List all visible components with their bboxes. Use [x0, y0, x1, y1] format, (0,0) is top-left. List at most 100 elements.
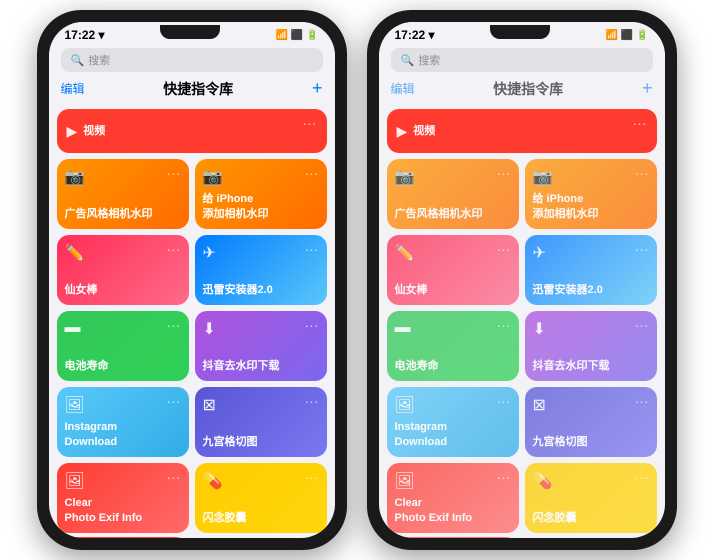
card-more-grid-cut[interactable]: ···	[635, 393, 649, 409]
shortcut-card-video[interactable]: ▶ 视频 ···	[57, 109, 327, 153]
card-icon-watermark-iphone: 📷	[203, 167, 223, 187]
shortcut-card-capsule[interactable]: 💊 ··· 闪念胶囊	[525, 463, 657, 533]
card-more-battery[interactable]: ···	[497, 317, 511, 333]
shortcut-card-thunder[interactable]: ✈ ··· 迅雷安装器2.0	[525, 235, 657, 305]
shortcut-card-watermark-iphone[interactable]: 📷 ··· 给 iPhone添加相机水印	[195, 159, 327, 229]
card-more-thunder[interactable]: ···	[305, 241, 319, 257]
card-more-capsule[interactable]: ···	[305, 469, 319, 485]
card-more-instagram[interactable]: ···	[497, 393, 511, 409]
card-more-grid-cut[interactable]: ···	[305, 393, 319, 409]
search-bar: 🔍搜索	[379, 44, 665, 76]
shortcut-card-grid-cut[interactable]: ⊠ ··· 九宫格切图	[525, 387, 657, 457]
shortcut-card-watermark-ad[interactable]: 📷 ··· 广告风格相机水印	[57, 159, 189, 229]
card-more-fairy-stick[interactable]: ···	[497, 241, 511, 257]
search-input[interactable]: 🔍搜索	[391, 48, 653, 72]
nav-title: 快捷指令库	[493, 79, 563, 99]
shortcut-card-clear-photo[interactable]: 🖼 ··· ClearPhoto Exif Info	[57, 463, 189, 533]
status-bar: 17:22 ▾ 📶 ⬛ 🔋	[379, 22, 665, 44]
card-icon-watermark-iphone: 📷	[533, 167, 553, 187]
shortcut-card-watermark-iphone[interactable]: 📷 ··· 给 iPhone添加相机水印	[525, 159, 657, 229]
card-icon-watermark-ad: 📷	[65, 167, 85, 187]
card-label-fairy-stick: 仙女棒	[65, 283, 181, 297]
card-label-tiktok: 抖音去水印下载	[203, 359, 319, 373]
card-icon-tiktok: ⬇	[203, 319, 216, 339]
shortcut-card-instagram[interactable]: 🖼 ··· InstagramDownload	[57, 387, 189, 457]
card-label-video: 视频	[83, 124, 105, 138]
phone-right: 17:22 ▾ 📶 ⬛ 🔋 🔍搜索 编辑 快捷指令库 + ▶ 视频 ··· 📷 …	[367, 10, 677, 550]
card-more-battery[interactable]: ···	[167, 317, 181, 333]
card-icon-fairy-stick: ✏️	[65, 243, 85, 263]
notch-area	[160, 25, 220, 39]
shortcut-card-grid-cut[interactable]: ⊠ ··· 九宫格切图	[195, 387, 327, 457]
scene: 17:22 ▾ 📶 ⬛ 🔋 🔍搜索 编辑 快捷指令库 + ▶ 视频 ··· 📷 …	[27, 0, 687, 560]
card-more-instagram[interactable]: ···	[167, 393, 181, 409]
card-icon-fairy-stick: ✏️	[395, 243, 415, 263]
nav-title: 快捷指令库	[163, 79, 233, 99]
card-icon-instagram: 🖼	[65, 395, 85, 415]
shortcut-card-instagram[interactable]: 🖼 ··· InstagramDownload	[387, 387, 519, 457]
nav-add-button[interactable]: +	[312, 78, 323, 99]
card-icon-grid-cut: ⊠	[533, 395, 546, 415]
shortcut-card-fairy-stick[interactable]: ✏️ ··· 仙女棒	[387, 235, 519, 305]
search-icon: 🔍	[71, 54, 85, 67]
card-more-thunder[interactable]: ···	[635, 241, 649, 257]
card-label-capsule: 闪念胶囊	[203, 511, 319, 525]
card-label-grid-cut: 九宫格切图	[533, 435, 649, 449]
nav-edit-button[interactable]: 编辑	[391, 80, 415, 97]
status-icons: 📶 ⬛ 🔋	[276, 30, 319, 41]
card-more-clear-photo[interactable]: ···	[497, 469, 511, 485]
card-label-fairy-stick: 仙女棒	[395, 283, 511, 297]
search-icon: 🔍	[401, 54, 415, 67]
card-label-clear-photo: ClearPhoto Exif Info	[65, 496, 181, 525]
card-label-grid-cut: 九宫格切图	[203, 435, 319, 449]
card-more-clear-photo[interactable]: ···	[167, 469, 181, 485]
card-icon-capsule: 💊	[533, 471, 553, 491]
search-placeholder: 搜索	[88, 52, 110, 68]
card-label-clear-photo: ClearPhoto Exif Info	[395, 496, 511, 525]
card-more-fairy-stick[interactable]: ···	[167, 241, 181, 257]
card-more-video[interactable]: ···	[633, 115, 647, 131]
shortcut-card-tiktok[interactable]: ⬇ ··· 抖音去水印下载	[525, 311, 657, 381]
card-more-watermark-ad[interactable]: ···	[497, 165, 511, 181]
card-more-tiktok[interactable]: ···	[635, 317, 649, 333]
card-label-watermark-ad: 广告风格相机水印	[65, 207, 181, 221]
card-icon-instagram: 🖼	[395, 395, 415, 415]
shortcut-card-thunder[interactable]: ✈ ··· 迅雷安装器2.0	[195, 235, 327, 305]
card-more-video[interactable]: ···	[303, 115, 317, 131]
card-label-watermark-ad: 广告风格相机水印	[395, 207, 511, 221]
shortcut-card-clear-photo[interactable]: 🖼 ··· ClearPhoto Exif Info	[387, 463, 519, 533]
shortcut-card-battery[interactable]: ▬ ··· 电池寿命	[57, 311, 189, 381]
search-placeholder: 搜索	[418, 52, 440, 68]
card-icon-battery: ▬	[65, 319, 81, 337]
nav-add-button[interactable]: +	[642, 78, 653, 99]
card-icon-thunder: ✈	[533, 243, 546, 263]
card-icon-battery: ▬	[395, 319, 411, 337]
shortcut-card-video[interactable]: ▶ 视频 ···	[387, 109, 657, 153]
shortcut-card-watermark-ad[interactable]: 📷 ··· 广告风格相机水印	[387, 159, 519, 229]
card-more-watermark-iphone[interactable]: ···	[635, 165, 649, 181]
nav-edit-button[interactable]: 编辑	[61, 80, 85, 97]
phone-left: 17:22 ▾ 📶 ⬛ 🔋 🔍搜索 编辑 快捷指令库 + ▶ 视频 ··· 📷 …	[37, 10, 347, 550]
shortcut-card-battery[interactable]: ▬ ··· 电池寿命	[387, 311, 519, 381]
card-label-instagram: InstagramDownload	[395, 420, 511, 449]
card-icon-watermark-ad: 📷	[395, 167, 415, 187]
card-more-watermark-ad[interactable]: ···	[167, 165, 181, 181]
card-more-watermark-iphone[interactable]: ···	[305, 165, 319, 181]
card-label-watermark-iphone: 给 iPhone添加相机水印	[203, 192, 319, 221]
search-input[interactable]: 🔍搜索	[61, 48, 323, 72]
shortcut-card-capsule[interactable]: 💊 ··· 闪念胶囊	[195, 463, 327, 533]
card-more-capsule[interactable]: ···	[635, 469, 649, 485]
notch-area	[490, 25, 550, 39]
card-more-tiktok[interactable]: ···	[305, 317, 319, 333]
shortcut-card-tiktok[interactable]: ⬇ ··· 抖音去水印下载	[195, 311, 327, 381]
status-time: 17:22 ▾	[65, 28, 105, 42]
shortcut-card-fairy-stick[interactable]: ✏️ ··· 仙女棒	[57, 235, 189, 305]
card-icon-clear-photo: 🖼	[65, 471, 85, 491]
card-icon-video: ▶	[397, 123, 408, 140]
status-icons: 📶 ⬛ 🔋	[606, 30, 649, 41]
nav-bar: 编辑 快捷指令库 +	[379, 76, 665, 103]
card-label-video: 视频	[413, 124, 435, 138]
card-label-tiktok: 抖音去水印下载	[533, 359, 649, 373]
card-label-instagram: InstagramDownload	[65, 420, 181, 449]
card-label-thunder: 迅雷安装器2.0	[533, 283, 649, 297]
